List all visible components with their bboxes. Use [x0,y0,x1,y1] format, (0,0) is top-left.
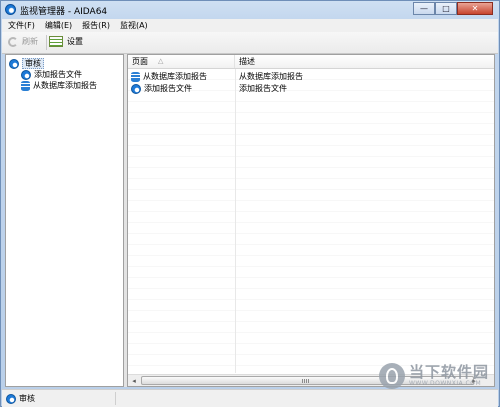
cell-page-text: 从数据库添加报告 [143,72,207,81]
scroll-left-arrow-icon[interactable]: ◂ [128,376,140,386]
globe-icon [6,393,16,404]
minimize-button[interactable]: — [413,2,435,15]
status-panel: 审核 [6,392,116,405]
settings-button[interactable]: 设置 [49,36,83,47]
list-body [128,69,494,373]
tree-item-label: 审核 [22,58,44,69]
table-row[interactable]: 添加报告文件 添加报告文件 [128,83,494,94]
toolbar: 刷新 设置 [2,32,498,54]
menu-report[interactable]: 报告(R) [76,19,114,32]
grip-icon [302,379,310,383]
refresh-icon [8,36,18,47]
refresh-label: 刷新 [22,37,38,46]
tree-item-audit[interactable]: 审核 [9,58,44,69]
tree-item-add-from-database[interactable]: 从数据库添加报告 [21,80,97,91]
sort-ascending-icon: △ [158,57,164,65]
list-header: 页面 △ 描述 [128,55,494,69]
column-header-label: 描述 [239,57,255,66]
title-bar[interactable]: 监视管理器 - AIDA64 — □ ✕ [1,1,499,19]
aida64-app-icon [5,4,16,15]
cell-page-text: 添加报告文件 [144,84,192,93]
watermark-url: WWW.DOWNXIA.COM [408,380,482,387]
tree-item-label: 添加报告文件 [34,70,82,79]
maximize-button[interactable]: □ [435,2,457,15]
column-divider [235,69,236,373]
column-header-page[interactable]: 页面 △ [128,55,235,68]
settings-label: 设置 [67,37,83,46]
status-bar: 审核 [2,389,498,407]
globe-icon [9,58,19,69]
tree-item-label: 从数据库添加报告 [33,81,97,90]
column-header-label: 页面 [132,57,148,66]
menu-monitor[interactable]: 监视(A) [114,19,152,32]
cell-page: 添加报告文件 [128,83,235,94]
watermark-logo-icon [378,363,405,389]
list-pane: 页面 △ 描述 从数据库添加报告 从数据库添加报告 添加报告文件 添加报告文件 … [127,54,495,387]
column-header-description[interactable]: 描述 [235,55,494,68]
cell-description: 从数据库添加报告 [239,72,303,81]
table-row[interactable]: 从数据库添加报告 从数据库添加报告 [128,71,494,82]
tree-pane[interactable]: 审核 添加报告文件 从数据库添加报告 [5,54,124,387]
toolbar-separator [46,35,47,50]
watermark-name: 当下软件园 [408,363,489,381]
window-title: 监视管理器 - AIDA64 [20,7,108,17]
cell-description: 添加报告文件 [239,84,287,93]
tree-item-add-report-file[interactable]: 添加报告文件 [21,69,82,80]
close-button[interactable]: ✕ [457,2,493,15]
main-window: 监视管理器 - AIDA64 — □ ✕ 文件(F) 编辑(E) 报告(R) 监… [0,0,500,407]
menu-bar: 文件(F) 编辑(E) 报告(R) 监视(A) [2,19,498,32]
status-text: 审核 [19,394,35,403]
window-controls: — □ ✕ [413,2,493,15]
settings-list-icon [49,36,63,47]
menu-file[interactable]: 文件(F) [2,19,39,32]
database-icon [21,80,30,91]
menu-edit[interactable]: 编辑(E) [39,19,76,32]
refresh-button[interactable]: 刷新 [8,36,38,47]
database-icon [131,71,140,82]
cell-page: 从数据库添加报告 [128,71,235,82]
watermark-text-block: 当下软件园 WWW.DOWNXIA.COM [408,363,489,388]
globe-icon [21,69,31,80]
watermark: 当下软件园 WWW.DOWNXIA.COM [378,363,489,389]
globe-icon [131,83,141,94]
